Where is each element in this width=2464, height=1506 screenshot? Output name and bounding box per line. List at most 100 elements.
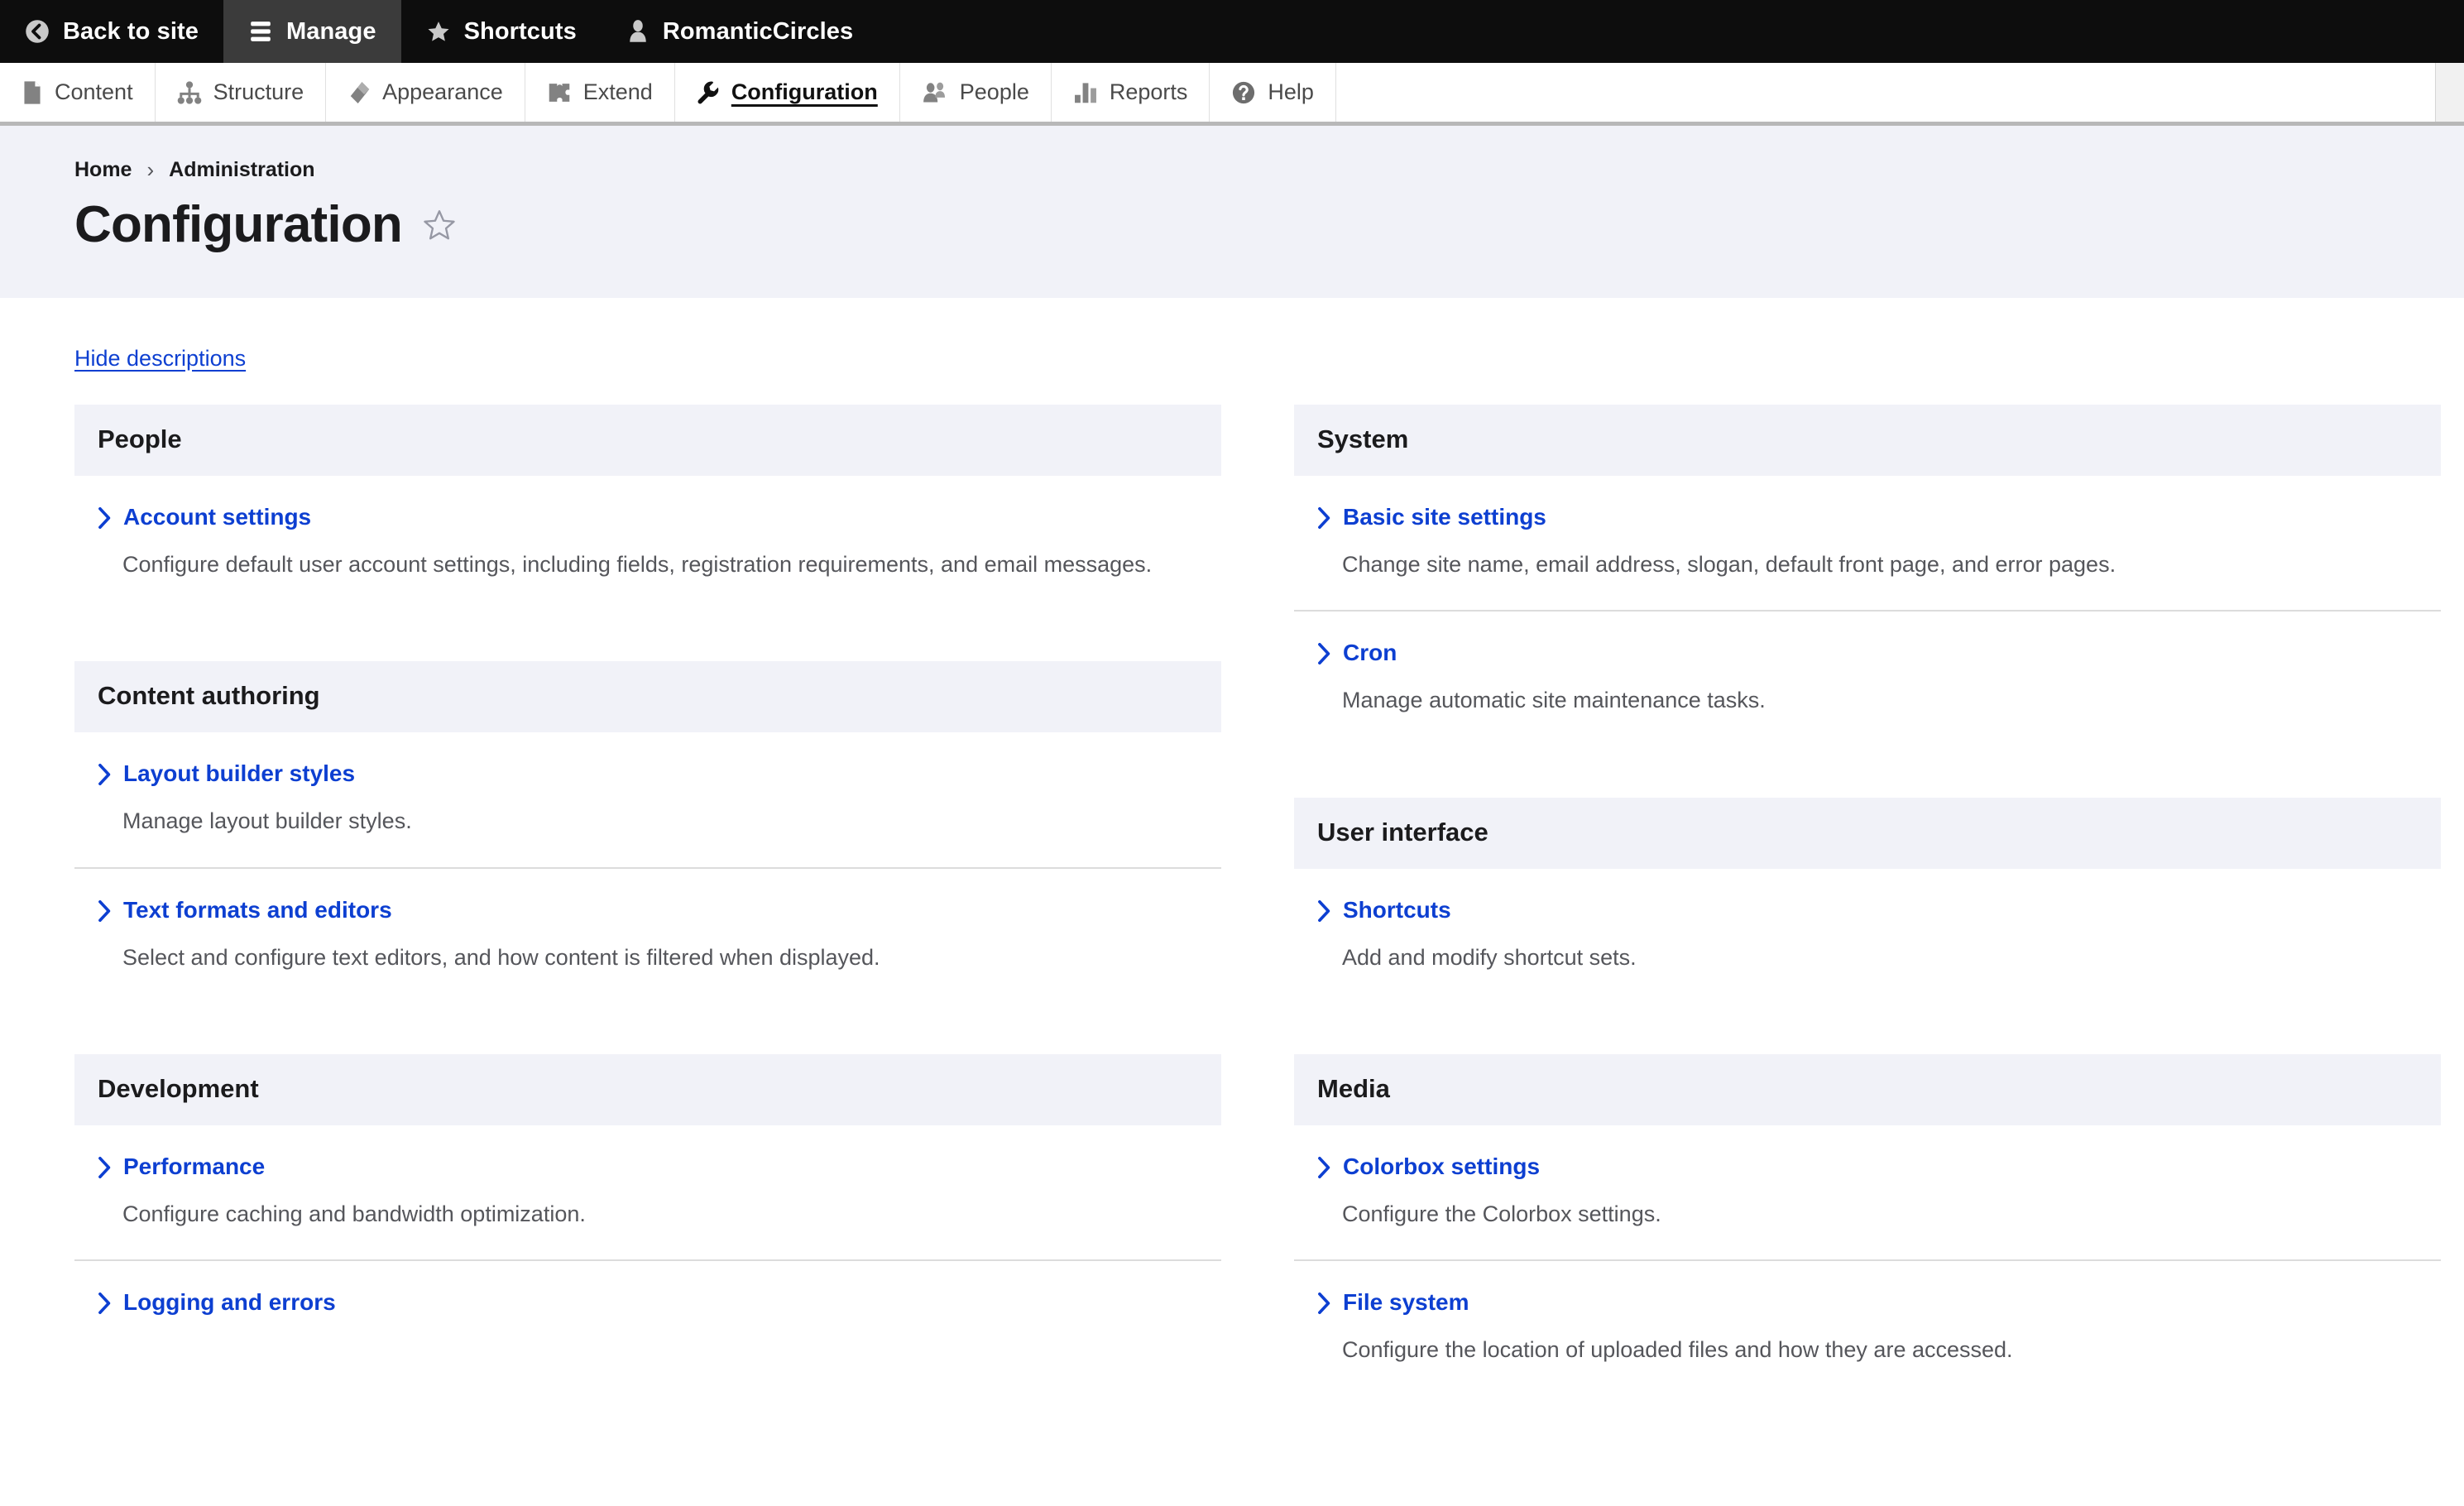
toolbar-item-user-account[interactable]: RomanticCircles	[602, 0, 878, 63]
question-mark-circle-icon	[1231, 80, 1256, 105]
nav-item-people[interactable]: People	[900, 63, 1052, 122]
config-entry-description: Configure the Colorbox settings.	[1342, 1201, 1661, 1227]
config-entry-link-row[interactable]: Logging and errors	[74, 1289, 1221, 1316]
breadcrumb-item-administration[interactable]: Administration	[169, 158, 314, 182]
config-entry: Basic site settings Change site name, em…	[1294, 476, 2441, 612]
config-entry: Performance Configure caching and bandwi…	[74, 1125, 1221, 1262]
block-list: Performance Configure caching and bandwi…	[74, 1125, 1221, 1345]
config-entry-link-row[interactable]: Account settings	[74, 504, 1221, 530]
config-block-system: System Basic site settings Change site n…	[1294, 405, 2441, 746]
block-header: Media	[1294, 1054, 2441, 1126]
block-title: Development	[98, 1074, 259, 1104]
breadcrumb-separator-icon: ›	[146, 157, 155, 182]
nav-label: Reports	[1109, 79, 1188, 104]
breadcrumb-item-home[interactable]: Home	[74, 158, 132, 182]
config-entry: Colorbox settings Configure the Colorbox…	[1294, 1125, 2441, 1262]
config-entry-link-row[interactable]: Cron	[1294, 640, 2441, 666]
toolbar-label: Manage	[286, 17, 376, 45]
block-title: Content authoring	[98, 681, 320, 711]
people-icon	[922, 81, 948, 104]
config-entry-link-row[interactable]: Shortcuts	[1294, 897, 2441, 923]
chevron-right-icon	[98, 1156, 112, 1179]
config-entry-description: Change site name, email address, slogan,…	[1342, 552, 2116, 578]
nav-item-structure[interactable]: Structure	[156, 63, 327, 122]
config-block-content-authoring: Content authoring Layout builder styles …	[74, 661, 1221, 1003]
block-title: Media	[1317, 1074, 1390, 1104]
puzzle-piece-icon	[547, 81, 572, 104]
config-entry-link-row[interactable]: File system	[1294, 1289, 2441, 1316]
chevron-right-icon	[98, 1292, 112, 1315]
nav-item-content[interactable]: Content	[0, 63, 156, 122]
toolbar-item-manage[interactable]: Manage	[223, 0, 401, 63]
config-entry-description: Configure caching and bandwidth optimiza…	[122, 1201, 586, 1227]
config-column-left: People Account settings Configure defaul…	[74, 405, 1221, 1447]
hide-descriptions-link[interactable]: Hide descriptions	[74, 346, 246, 372]
config-column-right: System Basic site settings Change site n…	[1294, 405, 2441, 1447]
page-title: Configuration	[74, 196, 403, 253]
nav-label: Structure	[213, 79, 304, 104]
block-header: User interface	[1294, 797, 2441, 869]
toolbar-label: Shortcuts	[463, 17, 577, 45]
block-list: Account settings Configure default user …	[74, 476, 1221, 610]
config-entry-link-row[interactable]: Performance	[74, 1153, 1221, 1180]
config-entry-description: Configure default user account settings,…	[122, 552, 1153, 578]
star-outline-icon[interactable]	[422, 208, 457, 247]
config-entry-link-row[interactable]: Basic site settings	[1294, 504, 2441, 530]
config-entry-link-row[interactable]: Layout builder styles	[74, 760, 1221, 787]
chevron-right-icon	[1317, 506, 1331, 530]
block-header: Development	[74, 1054, 1221, 1126]
page-header-band: Home › Administration Configuration	[0, 126, 2464, 299]
block-header: People	[74, 405, 1221, 477]
config-entry: Text formats and editors Select and conf…	[74, 869, 1221, 1003]
hamburger-menu-icon	[248, 21, 273, 42]
main-content: Hide descriptions People Account setting…	[0, 298, 2464, 1447]
config-block-people: People Account settings Configure defaul…	[74, 405, 1221, 610]
chevron-right-icon	[98, 899, 112, 923]
config-entry-link-row[interactable]: Text formats and editors	[74, 897, 1221, 923]
nav-item-extend[interactable]: Extend	[525, 63, 675, 122]
star-icon	[426, 19, 451, 44]
config-entry: Cron Manage automatic site maintenance t…	[1294, 612, 2441, 746]
chevron-right-icon	[98, 763, 112, 786]
nav-label: Appearance	[382, 79, 503, 104]
config-block-development: Development Performance Configure cachin…	[74, 1054, 1221, 1345]
nav-item-configuration[interactable]: Configuration	[675, 63, 900, 122]
nav-item-appearance[interactable]: Appearance	[326, 63, 525, 122]
back-arrow-circle-icon	[25, 19, 50, 44]
block-title: People	[98, 424, 182, 454]
config-entry-description: Configure the location of uploaded files…	[1342, 1337, 2013, 1363]
nav-label: Extend	[582, 79, 653, 104]
config-entry: Logging and errors	[74, 1261, 1221, 1345]
admin-toolbar: Back to site Manage Shortcuts RomanticCi…	[0, 0, 2464, 63]
breadcrumb: Home › Administration	[74, 157, 2464, 183]
config-entry: Layout builder styles Manage layout buil…	[74, 732, 1221, 869]
config-entry: Shortcuts Add and modify shortcut sets.	[1294, 869, 2441, 1003]
config-entry-link: Basic site settings	[1343, 504, 1546, 530]
nav-item-reports[interactable]: Reports	[1052, 63, 1210, 122]
chevron-right-icon	[1317, 1156, 1331, 1179]
config-entry: Account settings Configure default user …	[74, 476, 1221, 610]
toolbar-item-shortcuts[interactable]: Shortcuts	[401, 0, 602, 63]
config-block-media: Media Colorbox settings Configure the Co…	[1294, 1054, 2441, 1396]
chevron-right-icon	[1317, 1292, 1331, 1315]
config-entry-description: Manage automatic site maintenance tasks.	[1342, 688, 1766, 713]
toolbar-label: Back to site	[63, 17, 199, 45]
user-account-icon	[626, 19, 650, 44]
document-icon	[22, 80, 43, 105]
toolbar-item-back-to-site[interactable]: Back to site	[0, 0, 223, 63]
config-entry-description: Add and modify shortcut sets.	[1342, 944, 1637, 970]
config-entry-link: Logging and errors	[123, 1289, 336, 1316]
config-entry-link: Text formats and editors	[123, 896, 392, 923]
sitemap-icon	[177, 80, 202, 104]
nav-item-help[interactable]: Help	[1210, 63, 1336, 122]
nav-label: People	[959, 79, 1029, 104]
config-block-user-interface: User interface Shortcuts Add and modify …	[1294, 797, 2441, 1003]
bar-chart-icon	[1073, 81, 1098, 104]
paintbrush-icon	[348, 80, 371, 105]
nav-label: Configuration	[731, 79, 878, 104]
config-entry-link-row[interactable]: Colorbox settings	[1294, 1153, 2441, 1180]
config-entry-link: File system	[1343, 1289, 1469, 1316]
config-entry-link: Layout builder styles	[123, 760, 356, 787]
config-entry-description: Select and configure text editors, and h…	[122, 944, 880, 970]
config-entry-description: Manage layout builder styles.	[122, 808, 412, 834]
